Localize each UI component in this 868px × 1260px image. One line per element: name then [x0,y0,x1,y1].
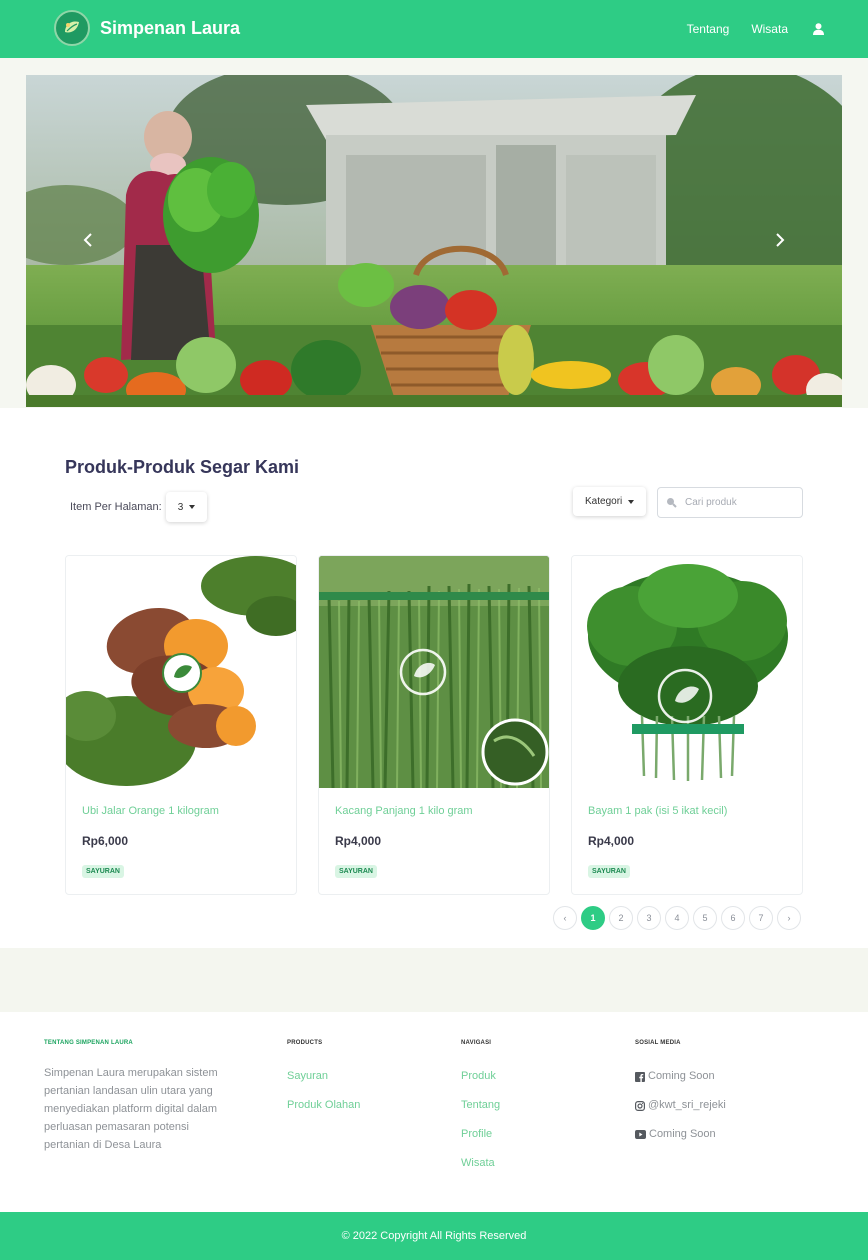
per-page-value: 3 [177,501,184,513]
hero-carousel [26,75,842,407]
page-button-3[interactable]: 3 [637,906,661,930]
category-badge: SAYURAN [588,865,630,878]
per-page-label: Item Per Halaman: [70,501,162,513]
search-input[interactable] [685,497,795,508]
product-name[interactable]: Kacang Panjang 1 kilo gram [335,805,473,817]
kategori-label: Kategori [585,496,623,507]
search-icon [667,498,677,508]
page-button-7[interactable]: 7 [749,906,773,930]
nav-links: Tentang Wisata [687,0,826,58]
footer-link-sayuran[interactable]: Sayuran [287,1070,328,1082]
nav-link-wisata[interactable]: Wisata [751,22,788,36]
section-divider-band [0,948,868,1012]
footer-link-wisata[interactable]: Wisata [461,1157,495,1169]
hero-image [26,75,842,407]
product-card[interactable]: Bayam 1 pak (isi 5 ikat kecil) Rp4,000 S… [571,555,803,895]
nav-link-tentang[interactable]: Tentang [687,22,730,36]
footer-social-title: SOSIAL MEDIA [635,1040,681,1046]
product-image [319,556,549,788]
navbar: Simpenan Laura Tentang Wisata [0,0,868,58]
footer-link-produk[interactable]: Produk [461,1070,496,1082]
copyright-text: © 2022 Copyright All Rights Reserved [341,1230,527,1242]
footer-social-youtube[interactable]: Coming Soon [635,1120,716,1149]
category-badge: SAYURAN [335,865,377,878]
footer-products-title: PRODUCTS [287,1040,323,1046]
footer-nav-title: NAVIGASI [461,1040,492,1046]
footer-social-instagram-label: @kwt_sri_rejeki [648,1099,726,1111]
product-card[interactable]: Ubi Jalar Orange 1 kilogram Rp6,000 SAYU… [65,555,297,895]
pagination: ‹ 1 2 3 4 5 6 7 › [553,906,801,930]
footer-about-title: TENTANG SIMPENAN LAURA [44,1040,133,1046]
footer-social-facebook-label: Coming Soon [648,1070,715,1082]
footer-social: SOSIAL MEDIA Coming Soon @kwt_sri_rejeki… [635,1040,726,1149]
facebook-icon [635,1071,645,1082]
page-next-button[interactable]: › [777,906,801,930]
page-button-2[interactable]: 2 [609,906,633,930]
product-price: Rp4,000 [335,834,382,848]
footer-about-text: Simpenan Laura merupakan sistem pertania… [44,1067,218,1151]
page-button-5[interactable]: 5 [693,906,717,930]
copyright-bar: © 2022 Copyright All Rights Reserved [0,1212,868,1260]
carousel-next-button[interactable] [768,225,792,255]
product-name[interactable]: Bayam 1 pak (isi 5 ikat kecil) [588,805,727,817]
footer-social-youtube-label: Coming Soon [649,1128,716,1140]
brand-logo [54,10,90,46]
footer-social-instagram[interactable]: @kwt_sri_rejeki [635,1091,726,1120]
page-button-1[interactable]: 1 [581,906,605,930]
footer-social-facebook[interactable]: Coming Soon [635,1062,715,1091]
brand-name: Simpenan Laura [100,17,241,38]
footer-about: TENTANG SIMPENAN LAURA Simpenan Laura me… [44,1040,224,1154]
chevron-right-icon [776,233,785,247]
product-image [572,556,802,788]
search-box [657,487,803,518]
page-prev-button[interactable]: ‹ [553,906,577,930]
page-button-4[interactable]: 4 [665,906,689,930]
footer-products: PRODUCTS Sayuran Produk Olahan [287,1040,360,1120]
section-title: Produk-Produk Segar Kami [65,457,300,477]
kategori-dropdown[interactable]: Kategori [573,487,647,516]
product-name[interactable]: Ubi Jalar Orange 1 kilogram [82,805,219,817]
footer-link-tentang[interactable]: Tentang [461,1099,500,1111]
footer-link-produk-olahan[interactable]: Produk Olahan [287,1099,360,1111]
footer: TENTANG SIMPENAN LAURA Simpenan Laura me… [0,1012,868,1212]
chevron-left-icon [83,233,92,247]
caret-down-icon [628,499,635,504]
instagram-icon [635,1100,645,1111]
youtube-icon [635,1130,646,1139]
caret-down-icon [189,505,196,509]
category-badge: SAYURAN [82,865,124,878]
per-page-dropdown[interactable]: 3 [165,492,208,522]
product-price: Rp6,000 [82,834,129,848]
product-card[interactable]: Kacang Panjang 1 kilo gram Rp4,000 SAYUR… [318,555,550,895]
product-price: Rp4,000 [588,834,635,848]
footer-link-profile[interactable]: Profile [461,1128,492,1140]
page-button-6[interactable]: 6 [721,906,745,930]
per-page-control: Item Per Halaman: 3 [70,492,208,522]
carousel-prev-button[interactable] [76,225,100,255]
footer-navigation: NAVIGASI Produk Tentang Profile Wisata [461,1040,500,1178]
user-icon[interactable] [810,21,826,37]
product-image [66,556,296,788]
brand-link[interactable]: Simpenan Laura [54,10,240,46]
